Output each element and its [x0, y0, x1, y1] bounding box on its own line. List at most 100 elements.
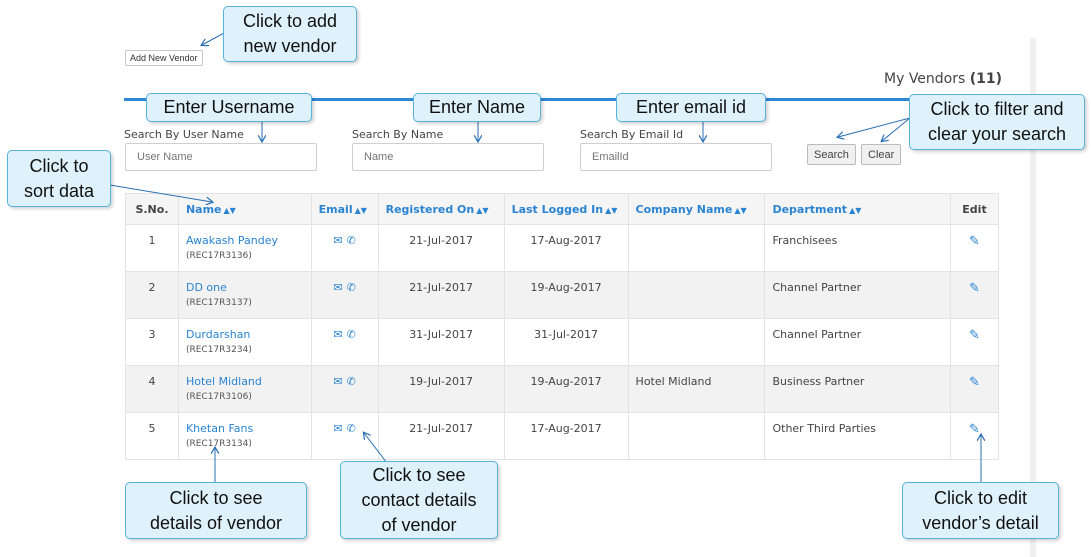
callout-name: Enter Name: [413, 93, 541, 122]
row-email-cell: ✉ ✆: [310, 365, 379, 413]
sort-icon: ▲▼: [734, 205, 747, 215]
row-last-login: 17-Aug-2017: [503, 224, 629, 272]
row-registered: 21-Jul-2017: [377, 412, 505, 460]
table-row: 5 Khetan Fans (REC17R3134) ✉ ✆ 21-Jul-2017…: [125, 412, 1000, 460]
email-filter-label: Search By Email Id: [580, 128, 684, 141]
pencil-icon[interactable]: ✎: [969, 375, 980, 390]
phone-icon[interactable]: ✆: [347, 281, 356, 294]
sort-icon: ▲▼: [223, 205, 236, 215]
row-email-cell: ✉ ✆: [310, 271, 379, 319]
phone-icon[interactable]: ✆: [347, 422, 356, 435]
callout-text: details of vendor: [149, 512, 283, 533]
row-email-cell: ✉ ✆: [310, 318, 379, 366]
row-name-cell: Khetan Fans (REC17R3134): [177, 412, 312, 460]
row-last-login: 19-Aug-2017: [503, 271, 629, 319]
pencil-icon[interactable]: ✎: [969, 422, 980, 437]
column-sno: S.No.: [125, 193, 179, 225]
callout-text: Click to add: [242, 11, 338, 31]
username-search-input[interactable]: [125, 143, 317, 171]
row-company: [627, 271, 766, 319]
row-sno: 4: [125, 365, 179, 413]
vendor-name-link[interactable]: DD one: [186, 281, 304, 294]
column-company-label: Company Name: [635, 202, 733, 216]
row-company: [627, 318, 766, 366]
row-sno: 3: [125, 318, 179, 366]
row-company: [627, 224, 766, 272]
envelope-icon[interactable]: ✉: [333, 234, 342, 247]
row-last-login: 31-Jul-2017: [503, 318, 629, 366]
callout-text: clear your search: [927, 124, 1067, 144]
callout-text: Click to filter and: [930, 99, 1064, 119]
row-company: Hotel Midland: [627, 365, 766, 413]
callout-text: vendor’s detail: [922, 512, 1039, 533]
table-row: 3 Durdarshan (REC17R3234) ✉ ✆ 31-Jul-2017 …: [125, 318, 1000, 366]
row-name-cell: Hotel Midland (REC17R3106): [177, 365, 312, 413]
vendor-name-link[interactable]: Durdarshan: [186, 328, 304, 341]
row-name-cell: DD one (REC17R3137): [177, 271, 312, 319]
vendor-name-link[interactable]: Hotel Midland: [186, 375, 304, 388]
vendor-name-link[interactable]: Awakash Pandey: [186, 234, 304, 247]
callout-add-vendor: Click to add new vendor: [223, 6, 357, 62]
pencil-icon[interactable]: ✎: [969, 234, 980, 249]
column-email-label: Email: [318, 202, 353, 216]
row-sno: 2: [125, 271, 179, 319]
pencil-icon[interactable]: ✎: [969, 281, 980, 296]
clear-button[interactable]: Clear: [861, 144, 902, 165]
row-department: Franchisees: [764, 224, 951, 272]
callout-details: Click to see details of vendor: [125, 482, 307, 539]
row-name-cell: Awakash Pandey (REC17R3136): [177, 224, 312, 272]
phone-icon[interactable]: ✆: [347, 328, 356, 341]
sort-icon: ▲▼: [605, 205, 618, 215]
envelope-icon[interactable]: ✉: [333, 375, 342, 388]
page-title: My Vendors (11): [884, 71, 1002, 87]
email-search-input[interactable]: [580, 143, 772, 171]
row-edit-cell: ✎: [949, 271, 1000, 319]
envelope-icon[interactable]: ✉: [333, 422, 342, 435]
page-title-text: My Vendors: [884, 71, 966, 87]
vendor-code: (REC17R3234): [185, 345, 252, 355]
callout-text: Click to edit: [933, 487, 1028, 508]
callout-text: Click to see: [372, 464, 466, 485]
callout-text: Enter Name: [428, 97, 526, 117]
callout-username: Enter Username: [146, 93, 312, 122]
row-registered: 21-Jul-2017: [377, 271, 505, 319]
vendor-count: (11): [969, 71, 1003, 87]
envelope-icon[interactable]: ✉: [333, 328, 342, 341]
row-email-cell: ✉ ✆: [310, 412, 379, 460]
envelope-icon[interactable]: ✉: [333, 281, 342, 294]
vendor-code: (REC17R3136): [185, 251, 252, 261]
search-button[interactable]: Search: [807, 144, 856, 165]
column-email[interactable]: Email ▲▼: [310, 193, 379, 225]
callout-text: of vendor: [381, 514, 457, 535]
vendor-name-link[interactable]: Khetan Fans: [186, 422, 304, 435]
table-header-row: S.No. Name ▲▼ Email ▲▼ Registered On ▲▼ Las…: [125, 193, 1000, 225]
column-company-name[interactable]: Company Name ▲▼: [627, 193, 766, 225]
row-sno: 1: [125, 224, 179, 272]
callout-text: Click to see: [169, 487, 263, 508]
column-last-logged-in[interactable]: Last Logged In ▲▼: [503, 193, 629, 225]
sort-icon: ▲▼: [849, 205, 862, 215]
row-department: Other Third Parties: [764, 412, 951, 460]
add-new-vendor-button[interactable]: Add New Vendor: [125, 50, 203, 66]
phone-icon[interactable]: ✆: [347, 375, 356, 388]
column-department[interactable]: Department ▲▼: [764, 193, 951, 225]
row-name-cell: Durdarshan (REC17R3234): [177, 318, 312, 366]
table-row: 2 DD one (REC17R3137) ✉ ✆ 21-Jul-2017 19-A…: [125, 271, 1000, 319]
callout-text: Enter Username: [163, 97, 295, 117]
vendor-code: (REC17R3134): [185, 439, 252, 449]
column-name-label: Name: [185, 202, 222, 216]
column-registered-on[interactable]: Registered On ▲▼: [377, 193, 505, 225]
name-search-input[interactable]: [352, 143, 544, 171]
row-registered: 31-Jul-2017: [377, 318, 505, 366]
callout-text: contact details: [361, 489, 477, 510]
row-registered: 21-Jul-2017: [377, 224, 505, 272]
row-department: Channel Partner: [764, 318, 951, 366]
callout-email: Enter email id: [616, 93, 766, 122]
phone-icon[interactable]: ✆: [347, 234, 356, 247]
column-name[interactable]: Name ▲▼: [177, 193, 312, 225]
callout-text: new vendor: [243, 36, 337, 56]
sort-icon: ▲▼: [354, 205, 367, 215]
username-filter-label: Search By User Name: [124, 128, 244, 141]
pencil-icon[interactable]: ✎: [969, 328, 980, 343]
callout-edit: Click to edit vendor’s detail: [902, 482, 1059, 539]
